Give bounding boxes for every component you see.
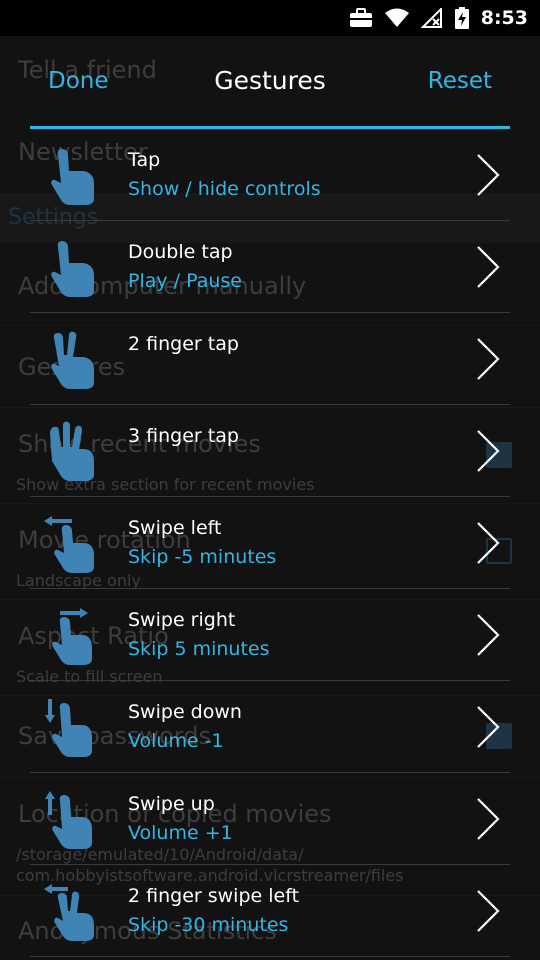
no-signal-icon (420, 8, 442, 28)
two-finger-swipe-left-icon (44, 884, 94, 941)
gesture-row-2-finger-tap[interactable]: 2 finger tap (0, 313, 540, 405)
gesture-action: Volume -1 (128, 730, 224, 752)
chevron-right-icon (477, 706, 500, 748)
gesture-row-swipe-left[interactable]: Swipe left Skip -5 minutes (0, 497, 540, 589)
wifi-icon (384, 8, 409, 27)
gesture-label: 3 finger tap (128, 425, 239, 447)
gesture-row-swipe-right[interactable]: Swipe right Skip 5 minutes (0, 589, 540, 681)
gesture-label: Double tap (128, 241, 233, 263)
gesture-action: Skip -30 minutes (128, 914, 289, 936)
gesture-label: 2 finger swipe left (128, 885, 300, 907)
gesture-label: Swipe up (128, 793, 215, 815)
double-tap-icon (51, 241, 94, 297)
gesture-list: Tap Show / hide controls Double tap Play… (0, 129, 540, 957)
gesture-row-double-tap[interactable]: Double tap Play / Pause (0, 221, 540, 313)
chevron-right-icon (477, 890, 500, 932)
gesture-label: Swipe down (128, 701, 242, 723)
chevron-right-icon (477, 338, 500, 380)
gesture-row-3-finger-tap[interactable]: 3 finger tap (0, 405, 540, 497)
gesture-action: Show / hide controls (128, 178, 321, 200)
gesture-action: Play / Pause (128, 270, 242, 292)
gesture-row-swipe-down[interactable]: Swipe down Volume -1 (0, 681, 540, 773)
status-icons: 8:53 (349, 0, 528, 36)
gesture-label: Swipe right (128, 609, 236, 631)
gesture-row-2-finger-swipe-left[interactable]: 2 finger swipe left Skip -30 minutes (0, 865, 540, 957)
one-finger-tap-icon (51, 149, 94, 205)
chevron-right-icon (477, 246, 500, 288)
chevron-right-icon (477, 154, 500, 196)
reset-button[interactable]: Reset (428, 68, 492, 94)
swipe-up-icon (45, 791, 92, 849)
swipe-right-icon (52, 608, 92, 665)
briefcase-icon (349, 8, 372, 27)
battery-charging-icon (454, 7, 469, 29)
gesture-label: Swipe left (128, 517, 222, 539)
gestures-top-bar: Done Gestures Reset (0, 36, 540, 128)
chevron-right-icon (477, 614, 500, 656)
gesture-row-tap[interactable]: Tap Show / hide controls (0, 129, 540, 221)
status-time: 8:53 (480, 7, 528, 29)
chevron-right-icon (477, 798, 500, 840)
swipe-left-icon (44, 516, 94, 573)
gesture-label: 2 finger tap (128, 333, 239, 355)
two-finger-tap-icon (51, 331, 94, 389)
gesture-action: Skip -5 minutes (128, 546, 277, 568)
gesture-action: Skip 5 minutes (128, 638, 270, 660)
gesture-action: Volume +1 (128, 822, 233, 844)
gesture-row-swipe-up[interactable]: Swipe up Volume +1 (0, 773, 540, 865)
three-finger-tap-icon (50, 421, 94, 481)
chevron-right-icon (477, 430, 500, 472)
gesture-label: Tap (128, 149, 161, 171)
swipe-down-icon (45, 699, 92, 757)
divider (30, 956, 510, 957)
chevron-right-icon (477, 522, 500, 564)
status-bar: 8:53 (0, 0, 540, 36)
